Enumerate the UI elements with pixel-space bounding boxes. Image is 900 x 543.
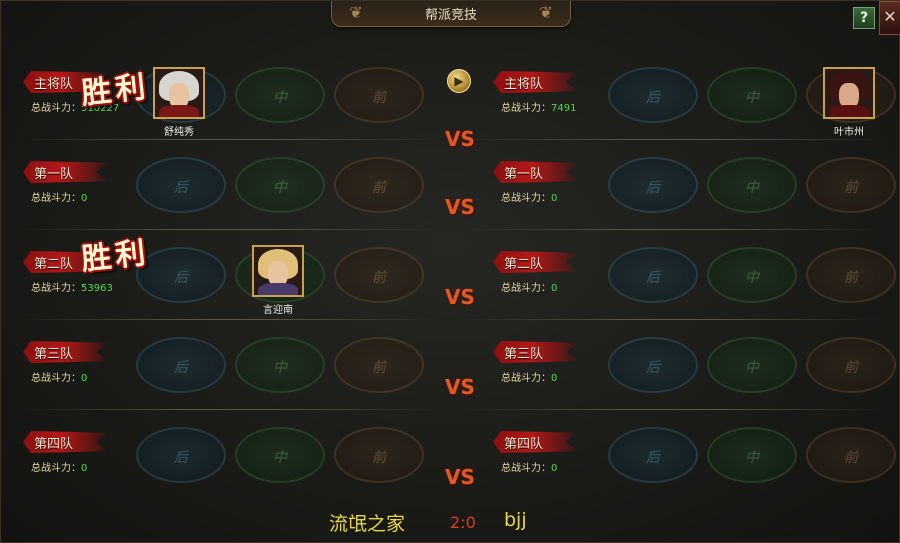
team-power: 总战斗力：0 — [31, 193, 88, 204]
team-name: 第四队 — [34, 437, 74, 452]
slot-middle[interactable]: 中 — [235, 157, 325, 213]
slot-front[interactable]: 前 — [806, 157, 896, 213]
slot-middle[interactable]: 中 — [235, 67, 325, 123]
slot-back[interactable]: 后 — [608, 247, 698, 303]
slot-front[interactable]: 前 — [334, 337, 424, 393]
left-team-main: 主将队 总战斗力：510227 后 中 前 舒纯秀 胜利 — [1, 53, 441, 139]
team-power: 总战斗力：0 — [501, 463, 558, 474]
slot-front[interactable]: 前 — [334, 247, 424, 303]
slot-front[interactable]: 前 — [334, 157, 424, 213]
victory-stamp: 胜利 — [79, 235, 152, 278]
team-power: 总战斗力：53963 — [31, 283, 113, 294]
right-team-main: 主将队 总战斗力：7491 后 中 前 叶市州 — [471, 53, 900, 139]
right-team-2: 第二队 总战斗力：0 后 中 前 — [471, 233, 900, 319]
team-power: 总战斗力：0 — [31, 373, 88, 384]
slot-back[interactable]: 后 — [608, 427, 698, 483]
team-name: 第三队 — [504, 347, 544, 362]
left-team-3: 第三队 总战斗力：0 后 中 前 — [1, 323, 441, 409]
slot-middle[interactable]: 中 — [707, 67, 797, 123]
slot-middle[interactable]: 中 — [707, 157, 797, 213]
hero-name: 叶市州 — [834, 127, 864, 138]
hero-name: 舒纯秀 — [164, 127, 194, 138]
slot-back[interactable]: 后 — [136, 157, 226, 213]
slot-back[interactable]: 后 — [136, 427, 226, 483]
team-power: 总战斗力：7491 — [501, 103, 577, 114]
slot-middle[interactable]: 中 — [235, 427, 325, 483]
team-power: 总战斗力：0 — [501, 373, 558, 384]
row-divider — [21, 229, 881, 231]
row-divider — [21, 319, 881, 321]
team-power: 总战斗力：0 — [31, 463, 88, 474]
slot-middle[interactable]: 中 — [707, 337, 797, 393]
guild-name-right: bjj — [504, 509, 527, 531]
row-divider — [21, 139, 881, 141]
help-button[interactable]: ? — [853, 7, 875, 29]
slot-front[interactable]: 前 — [806, 337, 896, 393]
right-team-4: 第四队 总战斗力：0 后 中 前 — [471, 413, 900, 499]
team-power: 总战斗力：0 — [501, 193, 558, 204]
replay-button[interactable]: ▶ — [447, 69, 471, 93]
matchup-row-main: 主将队 总战斗力：510227 后 中 前 舒纯秀 胜利 ▶ VS 主将队 总战… — [1, 53, 900, 151]
matchup-row-1: 第一队 总战斗力：0 后 中 前 VS 第一队 总战斗力：0 后 中 前 — [1, 143, 900, 233]
arena-window: ❦ 帮派竞技 ❦ ? ✕ 主将队 总战斗力：510227 后 中 前 舒纯秀 胜… — [0, 0, 900, 543]
team-name: 第二队 — [504, 257, 544, 272]
match-summary: 流氓之家 2:0 bjj — [1, 505, 900, 539]
slot-front[interactable]: 前 — [334, 427, 424, 483]
team-name: 主将队 — [504, 77, 544, 92]
slot-middle[interactable]: 中 — [707, 247, 797, 303]
right-team-1: 第一队 总战斗力：0 后 中 前 — [471, 143, 900, 229]
right-team-3: 第三队 总战斗力：0 后 中 前 — [471, 323, 900, 409]
team-name: 第四队 — [504, 437, 544, 452]
slot-front[interactable]: 前 — [334, 67, 424, 123]
ornament-right-icon: ❦ — [539, 3, 553, 22]
hero-avatar[interactable] — [153, 67, 205, 119]
hero-name: 言迎南 — [263, 305, 293, 316]
matchup-row-2: 第二队 总战斗力：53963 后 中 前 言迎南 胜利 VS 第二队 总战斗力：… — [1, 233, 900, 323]
close-button[interactable]: ✕ — [879, 1, 900, 35]
team-power: 总战斗力：0 — [501, 283, 558, 294]
row-divider — [21, 409, 881, 411]
team-name: 第一队 — [504, 167, 544, 182]
team-name: 第一队 — [34, 167, 74, 182]
slot-back[interactable]: 后 — [136, 337, 226, 393]
team-name: 第二队 — [34, 257, 74, 272]
left-team-1: 第一队 总战斗力：0 后 中 前 — [1, 143, 441, 229]
left-team-4: 第四队 总战斗力：0 后 中 前 — [1, 413, 441, 499]
slot-middle[interactable]: 中 — [707, 427, 797, 483]
team-name: 主将队 — [34, 77, 74, 92]
match-score: 2:0 — [450, 513, 476, 532]
team-name: 第三队 — [34, 347, 74, 362]
matchup-row-3: 第三队 总战斗力：0 后 中 前 VS 第三队 总战斗力：0 后 中 前 — [1, 323, 900, 413]
slot-front[interactable]: 前 — [806, 247, 896, 303]
slot-back[interactable]: 后 — [608, 157, 698, 213]
matchup-row-4: 第四队 总战斗力：0 后 中 前 VS 第四队 总战斗力：0 后 中 前 — [1, 413, 900, 503]
slot-back[interactable]: 后 — [608, 337, 698, 393]
slot-front[interactable]: 前 — [806, 427, 896, 483]
hero-avatar[interactable] — [252, 245, 304, 297]
left-team-2: 第二队 总战斗力：53963 后 中 前 言迎南 胜利 — [1, 233, 441, 319]
victory-stamp: 胜利 — [79, 69, 152, 112]
slot-middle[interactable]: 中 — [235, 337, 325, 393]
hero-avatar[interactable] — [823, 67, 875, 119]
title-plate: ❦ 帮派竞技 ❦ — [331, 1, 571, 27]
slot-back[interactable]: 后 — [608, 67, 698, 123]
guild-name-left: 流氓之家 — [329, 513, 406, 535]
